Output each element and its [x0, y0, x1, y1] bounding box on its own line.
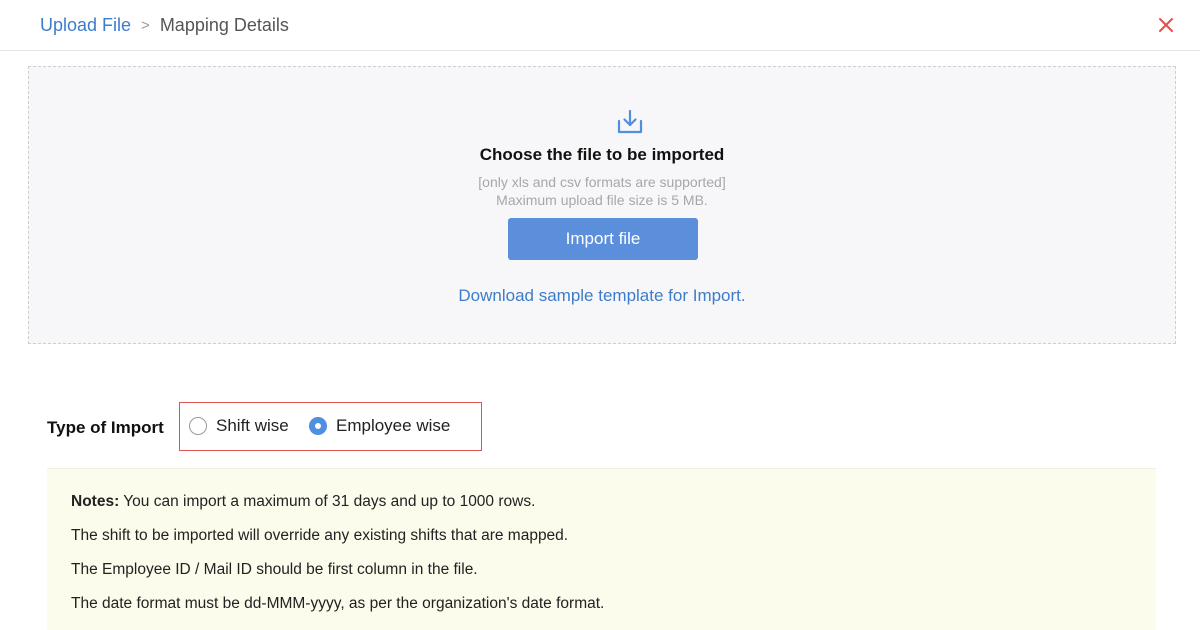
shift-wise-radio[interactable]: Shift wise — [189, 416, 289, 436]
shift-wise-label: Shift wise — [216, 416, 289, 435]
note-line-2: The shift to be imported will override a… — [71, 527, 569, 544]
employee-wise-label: Employee wise — [336, 416, 451, 435]
radio-checked-icon[interactable] — [309, 417, 327, 435]
download-tray-icon — [616, 108, 644, 136]
import-type-radio-group: Shift wise Employee wise — [179, 402, 482, 451]
breadcrumb-current-page: Mapping Details — [159, 15, 289, 35]
close-button[interactable] — [1154, 13, 1178, 37]
type-of-import-label: Type of Import — [47, 418, 164, 437]
notes-panel: Notes: You can import a maximum of 31 da… — [47, 468, 1156, 630]
employee-wise-radio[interactable]: Employee wise — [309, 416, 450, 436]
supported-formats-hint: [only xls and csv formats are supported] — [478, 174, 726, 190]
radio-unchecked-icon[interactable] — [189, 417, 207, 435]
note-line-4: The date format must be dd-MMM-yyyy, as … — [71, 595, 605, 612]
breadcrumb-separator: > — [141, 17, 150, 34]
close-icon — [1159, 18, 1173, 32]
note-line-1-text: You can import a maximum of 31 days and … — [119, 493, 536, 510]
breadcrumb-upload-file-link[interactable]: Upload File — [40, 15, 131, 36]
import-file-button[interactable]: Import file — [508, 218, 698, 260]
notes-heading: Notes: — [71, 493, 120, 510]
note-line-1: Notes: You can import a maximum of 31 da… — [71, 493, 535, 511]
header-bar: Upload File > Mapping Details — [0, 0, 1200, 51]
download-template-link[interactable]: Download sample template for Import. — [29, 286, 1175, 306]
note-line-3: The Employee ID / Mail ID should be firs… — [71, 561, 478, 578]
breadcrumb: Upload File > Mapping Details — [40, 15, 289, 36]
dropzone-title: Choose the file to be imported — [479, 145, 725, 164]
max-file-size-hint: Maximum upload file size is 5 MB. — [496, 192, 708, 208]
file-dropzone[interactable]: Choose the file to be imported [only xls… — [28, 66, 1176, 344]
